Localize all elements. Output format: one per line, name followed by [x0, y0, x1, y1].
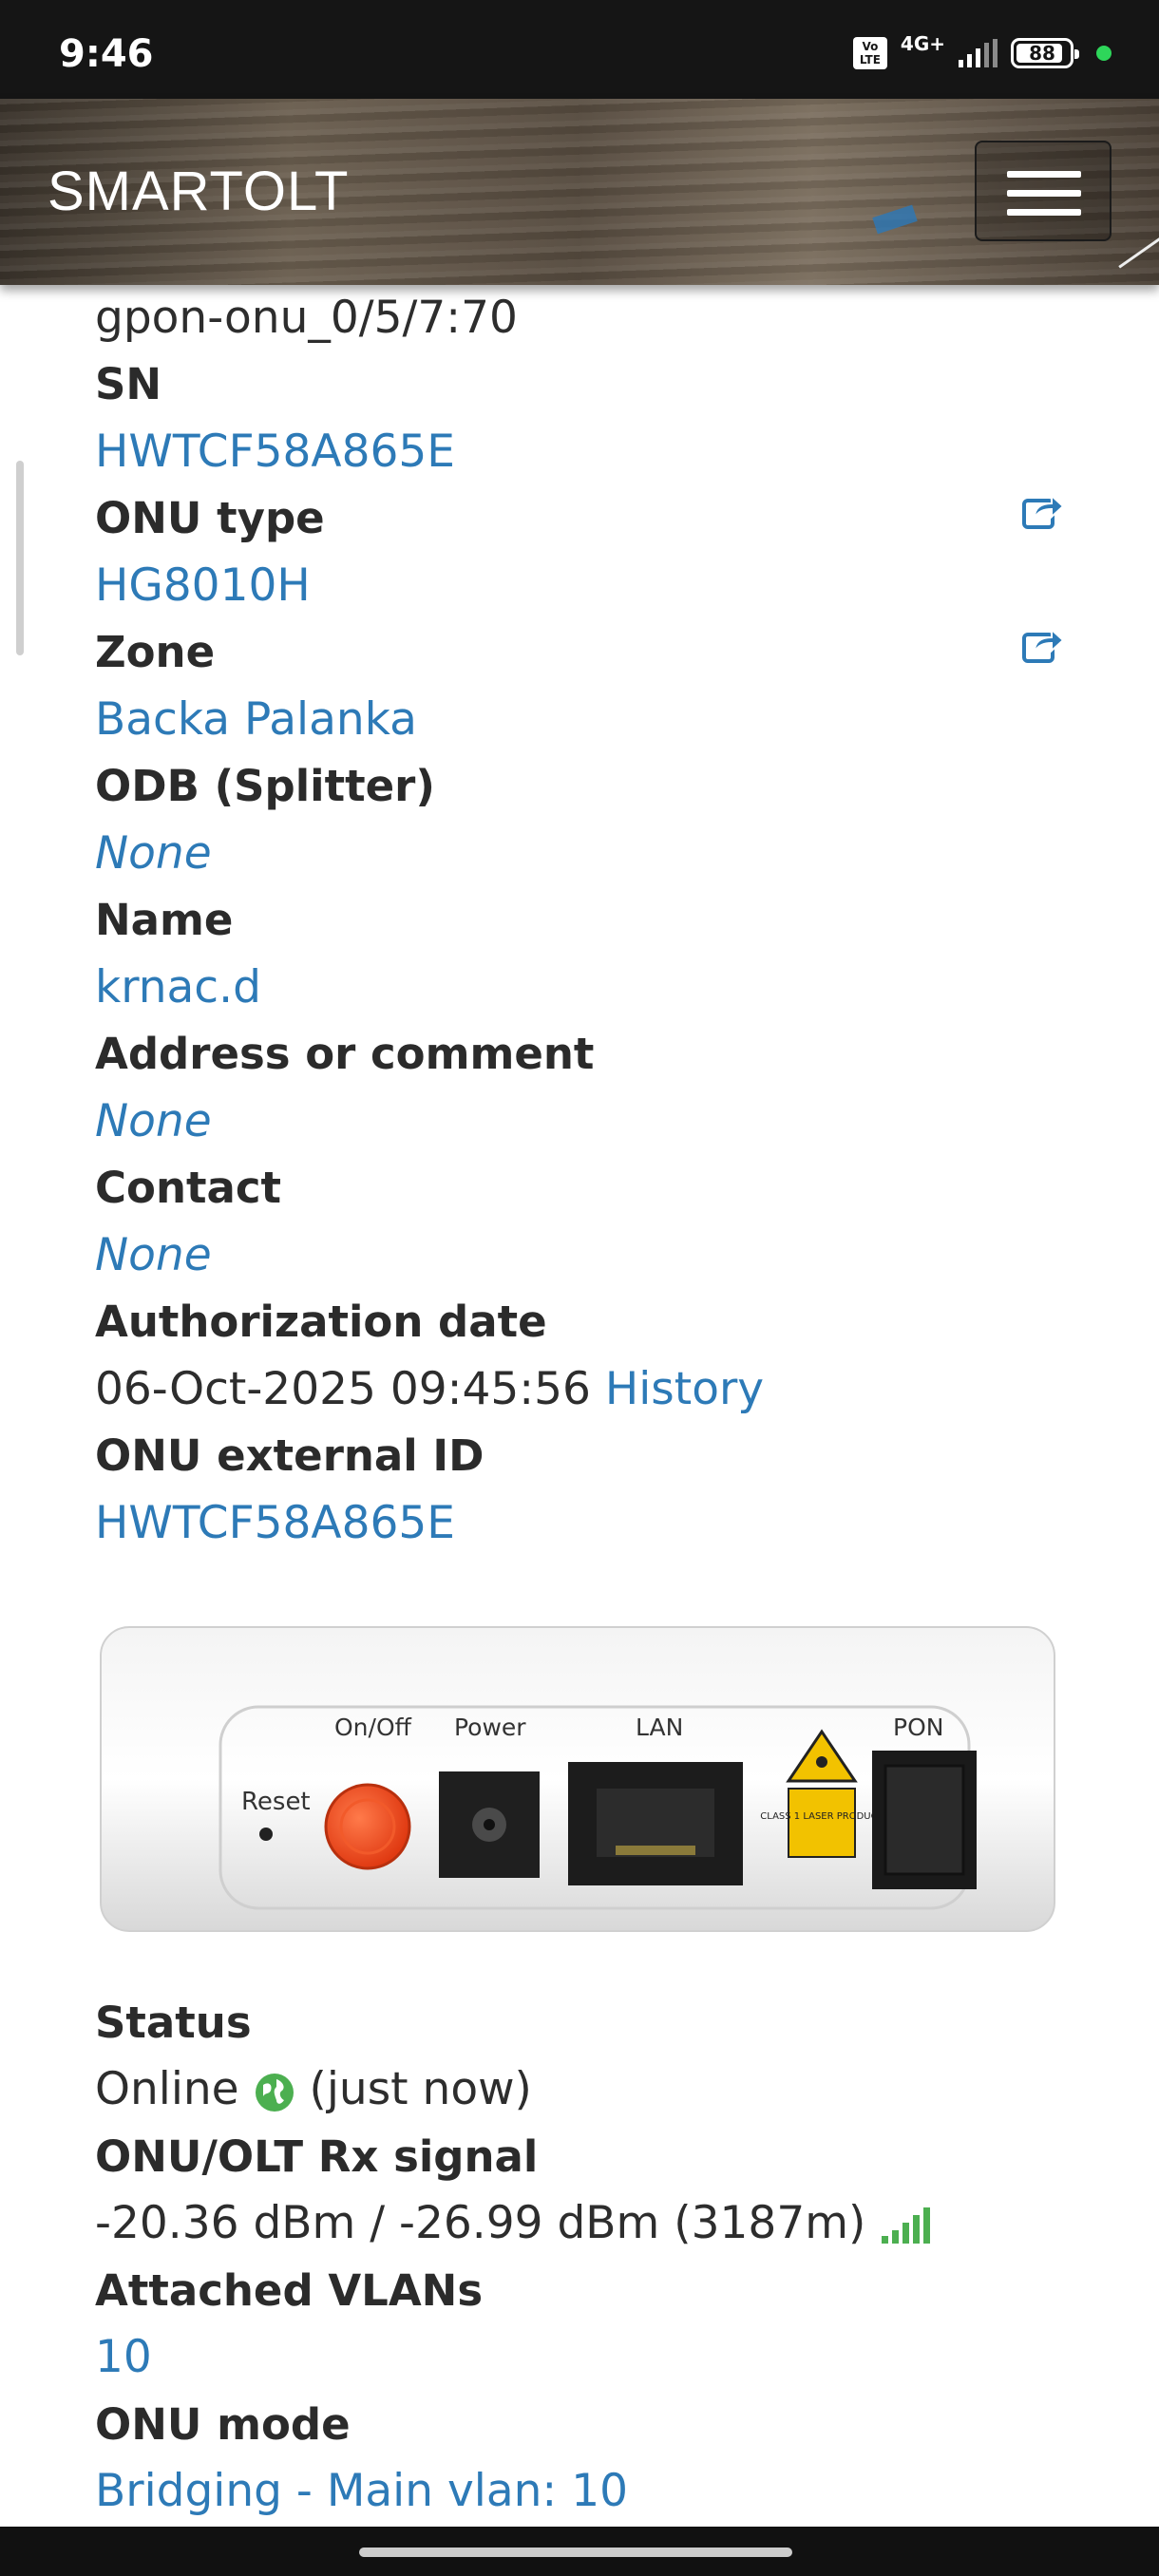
status-icons: Vo LTE 4G+ 88 [852, 32, 1112, 70]
contact-label: Contact [95, 1163, 282, 1213]
network-type: 4G+ [900, 32, 945, 55]
status-bar: 9:46 Vo LTE 4G+ 88 [0, 0, 1159, 99]
vlans-label: Attached VLANs [95, 2265, 484, 2316]
lan-label: LAN [636, 1714, 683, 1741]
privacy-indicator-dot [1096, 46, 1112, 61]
mode-label: ONU mode [95, 2399, 351, 2450]
brand-logo[interactable]: SMARTOLT [48, 160, 349, 223]
status-time: (just now) [309, 2063, 532, 2115]
scroll-indicator [16, 461, 24, 655]
auth-date-row: 06-Oct-2025 09:45:56 History [95, 1356, 764, 1423]
onu-type-label: ONU type [95, 493, 325, 543]
status-row: Online (just now) [95, 2056, 532, 2123]
share-icon[interactable] [1021, 492, 1065, 530]
vlans-link[interactable]: 10 [95, 2324, 152, 2391]
address-label: Address or comment [95, 1029, 595, 1079]
signal-strength-icon [882, 2207, 931, 2244]
onu-type-link[interactable]: HG8010H [95, 553, 311, 619]
cell-signal-icon [959, 39, 998, 67]
signal-row: -20.36 dBm / -26.99 dBm (3187m) [95, 2190, 931, 2257]
signal-label: ONU/OLT Rx signal [95, 2131, 539, 2182]
address-link[interactable]: None [95, 1089, 212, 1155]
pon-label: PON [893, 1714, 943, 1741]
share-icon[interactable] [1021, 626, 1065, 664]
name-link[interactable]: krnac.d [95, 955, 261, 1021]
zone-label: Zone [95, 627, 216, 677]
zone-link[interactable]: Backa Palanka [95, 687, 417, 753]
power-label: Power [454, 1714, 526, 1741]
external-id-label: ONU external ID [95, 1430, 484, 1481]
auth-date-label: Authorization date [95, 1297, 547, 1347]
reset-label: Reset [241, 1788, 311, 1816]
name-label: Name [95, 895, 234, 945]
sn-link[interactable]: HWTCF58A865E [95, 419, 455, 485]
battery-level: 88 [1029, 42, 1055, 65]
battery-icon: 88 [1011, 38, 1079, 68]
hamburger-menu-button[interactable] [975, 141, 1112, 241]
status-value: Online [95, 2063, 239, 2115]
auth-date-value: 06-Oct-2025 09:45:56 [95, 1363, 591, 1415]
sn-label: SN [95, 359, 162, 409]
home-gesture-handle[interactable] [359, 2548, 792, 2557]
clock: 9:46 [59, 32, 154, 76]
onu-device-image: Reset On/Off Power LAN CLASS 1 LASER PRO… [100, 1626, 1055, 1932]
navbar: SMARTOLT [0, 99, 1159, 285]
on-off-label: On/Off [334, 1714, 412, 1741]
globe-icon [255, 2073, 294, 2112]
signal-value: -20.36 dBm / -26.99 dBm (3187m) [95, 2197, 866, 2249]
external-id-link[interactable]: HWTCF58A865E [95, 1490, 455, 1557]
odb-link[interactable]: None [95, 821, 212, 887]
history-link[interactable]: History [605, 1363, 764, 1415]
laser-warning-label: CLASS 1 LASER PRODUCT [760, 1811, 884, 1822]
contact-link[interactable]: None [95, 1222, 212, 1289]
onu-interface: gpon-onu_0/5/7:70 [95, 292, 518, 344]
volte-icon: Vo LTE [852, 37, 887, 69]
odb-label: ODB (Splitter) [95, 761, 435, 811]
mode-link[interactable]: Bridging - Main vlan: 10 [95, 2458, 628, 2525]
status-label: Status [95, 1998, 252, 2048]
